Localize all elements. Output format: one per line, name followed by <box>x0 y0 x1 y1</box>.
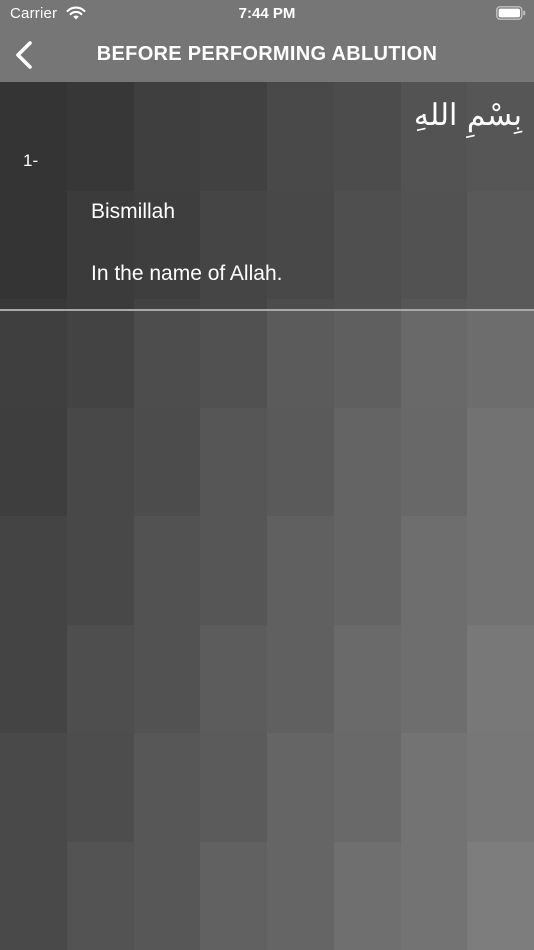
background-tile <box>66 407 134 516</box>
row-divider <box>0 309 534 311</box>
dua-list-item[interactable]: 1- بِسْمِ اللهِ Bismillah In the name of… <box>0 82 534 309</box>
background-tile <box>400 516 468 625</box>
background-tile <box>267 733 334 842</box>
dua-translation: In the name of Allah. <box>91 262 283 285</box>
background-tile <box>333 733 401 842</box>
background-tile <box>200 407 267 516</box>
background-tile <box>467 733 534 842</box>
background-tile <box>333 299 401 408</box>
background-tile <box>0 841 67 950</box>
background-tile <box>267 624 334 733</box>
background-tile <box>400 407 468 516</box>
background-tile <box>200 299 267 408</box>
background-tile <box>0 299 67 408</box>
status-time: 7:44 PM <box>238 5 296 22</box>
background-tile <box>467 516 534 625</box>
background-tile <box>0 516 67 625</box>
dua-number: 1- <box>23 151 39 170</box>
background-tile <box>200 516 267 625</box>
background-tile <box>200 733 267 842</box>
background-tile <box>200 841 267 950</box>
background-tile <box>133 516 201 625</box>
background-tile <box>0 407 67 516</box>
background-tile <box>267 841 334 950</box>
background-tile <box>133 733 201 842</box>
background-tile <box>133 841 201 950</box>
background-tile <box>66 299 134 408</box>
background-tile <box>267 299 334 408</box>
background-tile <box>400 733 468 842</box>
background-tile <box>467 299 534 408</box>
background-tile <box>133 407 201 516</box>
background-tile <box>400 624 468 733</box>
background-tile <box>133 624 201 733</box>
background-tile <box>267 516 334 625</box>
background-tile <box>333 516 401 625</box>
background-tile <box>400 841 468 950</box>
battery-icon <box>496 6 526 20</box>
status-bar: Carrier 7:44 PM <box>0 0 534 28</box>
background-tile <box>467 624 534 733</box>
background-tile <box>333 841 401 950</box>
background-tile <box>66 733 134 842</box>
background-tile <box>0 624 67 733</box>
background-tile <box>267 407 334 516</box>
background-tile <box>66 624 134 733</box>
background-tile <box>400 299 468 408</box>
background-tile <box>0 733 67 842</box>
background-tile <box>133 299 201 408</box>
background-tile <box>333 624 401 733</box>
background-tile <box>467 841 534 950</box>
page-title: BEFORE PERFORMING ABLUTION <box>96 43 438 65</box>
dua-arabic-text: بِسْمِ اللهِ <box>413 98 522 133</box>
background-tile <box>333 407 401 516</box>
dua-transliteration: Bismillah <box>91 200 176 223</box>
background-tile <box>467 407 534 516</box>
background-tile <box>66 841 134 950</box>
background-tile <box>66 516 134 625</box>
background-tile <box>200 624 267 733</box>
